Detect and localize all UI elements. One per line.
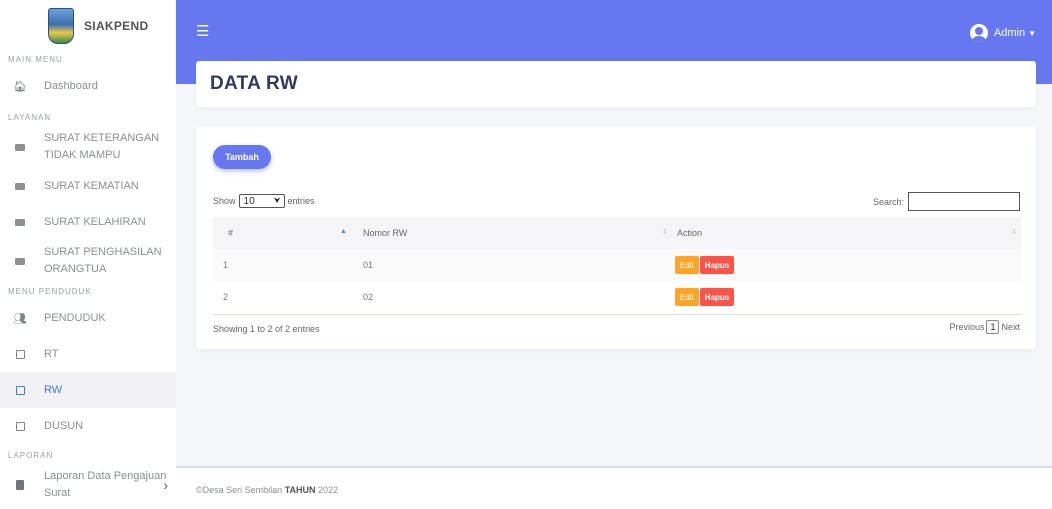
table-info: Showing 1 to 2 of 2 entries bbox=[213, 324, 320, 334]
edit-button[interactable]: Edit bbox=[675, 288, 699, 306]
user-name: Admin bbox=[993, 27, 1026, 39]
page-1-link[interactable]: 1 bbox=[986, 320, 1000, 334]
square-icon bbox=[10, 385, 30, 395]
footer-prefix: ©Desa Seri Sembilan bbox=[196, 485, 283, 495]
footer-text: ©Desa Seri Sembilan TAHUN 2022 bbox=[196, 485, 338, 495]
sidebar-item-surat-tidak-mampu[interactable]: SURAT KETERANGAN TIDAK MAMPU bbox=[0, 126, 176, 168]
label-line-1: SURAT PENGHASILAN bbox=[44, 246, 162, 258]
sidebar-item-surat-kelahiran[interactable]: SURAT KELAHIRAN bbox=[0, 204, 176, 240]
label-line-2: Surat bbox=[44, 487, 71, 499]
page-header: DATA RW bbox=[196, 61, 1036, 107]
users-icon: 👥︎ bbox=[13, 312, 27, 325]
sidebar-item-label: RW bbox=[44, 384, 63, 396]
cell-number: 2 bbox=[223, 292, 229, 302]
chevron-down-icon: ⮟ bbox=[273, 196, 281, 205]
section-laporan: LAPORAN bbox=[8, 451, 54, 460]
delete-button[interactable]: Hapus bbox=[699, 256, 735, 274]
show-label: Show bbox=[213, 196, 236, 206]
column-header-number[interactable]: # bbox=[213, 217, 333, 249]
pagination: Previous 1 Next bbox=[949, 320, 1020, 334]
search-input[interactable] bbox=[908, 192, 1020, 211]
label-line-1: Laporan Data Pengajuan bbox=[44, 470, 167, 482]
sidebar-item-surat-kematian[interactable]: SURAT KEMATIAN bbox=[0, 168, 176, 204]
page-title: DATA RW bbox=[210, 73, 298, 94]
cell-action: Edit Hapus bbox=[661, 281, 1021, 313]
sidebar-item-label: SURAT KETERANGAN TIDAK MAMPU bbox=[44, 130, 159, 164]
sidebar-item-label: Laporan Data Pengajuan Surat bbox=[44, 468, 166, 502]
sidebar-item-rw[interactable]: RW bbox=[0, 372, 176, 408]
add-button[interactable]: Tambah bbox=[213, 145, 271, 169]
column-label: Nomor RW bbox=[363, 228, 408, 238]
page-length-control: Show 10 ⮟ entries bbox=[213, 194, 315, 208]
document-icon bbox=[10, 480, 30, 490]
table-row: 1 01 Edit Hapus bbox=[213, 249, 1021, 281]
sidebar-item-surat-penghasilan[interactable]: SURAT PENGHASILAN ORANGTUA bbox=[0, 240, 176, 282]
sidebar-item-laporan-pengajuan[interactable]: Laporan Data Pengajuan Surat › bbox=[0, 464, 176, 506]
edit-button[interactable]: Edit bbox=[675, 256, 699, 274]
menu-toggle-icon[interactable]: ☰ bbox=[196, 22, 209, 40]
footer-bold: TAHUN bbox=[284, 485, 316, 495]
user-menu[interactable]: Admin ▼ bbox=[969, 24, 1036, 42]
next-page-link[interactable]: Next bbox=[1001, 322, 1020, 332]
cell-nomor-rw: 01 bbox=[363, 260, 374, 270]
sidebar-item-label: DUSUN bbox=[44, 420, 84, 432]
table-header-row: # ▲ Nomor RW ⇕ Action ⇕ bbox=[213, 217, 1021, 249]
sidebar-item-label: SURAT KELAHIRAN bbox=[44, 216, 146, 228]
sidebar-item-label: SURAT KEMATIAN bbox=[44, 180, 139, 192]
entries-label: entries bbox=[287, 196, 315, 206]
sort-icon: ⇕ bbox=[1011, 229, 1017, 236]
brand-logo bbox=[48, 8, 74, 44]
sidebar-item-label: PENDUDUK bbox=[44, 312, 106, 324]
table-divider bbox=[213, 314, 1021, 315]
label-line-2: TIDAK MAMPU bbox=[44, 149, 121, 161]
cell-number: 1 bbox=[223, 260, 229, 270]
avatar bbox=[969, 24, 988, 42]
search-control: Search: bbox=[873, 192, 1020, 211]
column-label: # bbox=[228, 228, 234, 238]
table-row: 2 02 Edit Hapus bbox=[213, 281, 1021, 313]
column-label: Action bbox=[677, 228, 703, 238]
envelope-icon bbox=[10, 143, 30, 151]
cell-action: Edit Hapus bbox=[661, 249, 1021, 281]
sidebar-item-label: SURAT PENGHASILAN ORANGTUA bbox=[44, 244, 162, 278]
label-line-2: ORANGTUA bbox=[44, 263, 107, 275]
envelope-icon bbox=[10, 257, 30, 265]
column-header-nomor-rw[interactable]: ▲ Nomor RW bbox=[333, 217, 661, 249]
data-table: # ▲ Nomor RW ⇕ Action ⇕ 1 01 Edit Hapus 2 02… bbox=[213, 217, 1021, 313]
sort-icon: ⇕ bbox=[662, 229, 668, 236]
cell-nomor-rw: 02 bbox=[363, 292, 374, 302]
home-icon: 🏠︎ bbox=[13, 80, 27, 93]
sidebar-item-dashboard[interactable]: 🏠︎ Dashboard bbox=[0, 68, 176, 104]
brand[interactable]: SIAKPEND bbox=[0, 0, 176, 52]
footer: ©Desa Seri Sembilan TAHUN 2022 bbox=[176, 466, 1052, 509]
section-menu-penduduk: MENU PENDUDUK bbox=[8, 287, 92, 296]
sidebar-item-label: RT bbox=[44, 348, 59, 360]
caret-down-icon: ▼ bbox=[1028, 28, 1036, 38]
section-layanan: LAYANAN bbox=[8, 113, 52, 122]
sidebar-item-label: Dashboard bbox=[44, 80, 98, 92]
envelope-icon bbox=[10, 218, 30, 226]
brand-name: SIAKPEND bbox=[84, 19, 149, 33]
column-header-action[interactable]: ⇕ Action ⇕ bbox=[661, 217, 1021, 249]
sidebar-item-rt[interactable]: RT bbox=[0, 336, 176, 372]
chevron-right-icon: › bbox=[163, 476, 168, 493]
square-icon bbox=[10, 421, 30, 431]
sidebar: SIAKPEND MAIN MENU 🏠︎ Dashboard LAYANAN … bbox=[0, 0, 176, 509]
sidebar-item-penduduk[interactable]: 👥︎ PENDUDUK bbox=[0, 300, 176, 336]
section-main-menu: MAIN MENU bbox=[8, 55, 63, 64]
data-card: Tambah Show 10 ⮟ entries Search: # ▲ Nomo… bbox=[196, 127, 1036, 349]
envelope-icon bbox=[10, 182, 30, 190]
page-length-select[interactable]: 10 ⮟ bbox=[238, 194, 285, 208]
sidebar-item-dusun[interactable]: DUSUN bbox=[0, 408, 176, 444]
page-length-value: 10 bbox=[243, 195, 255, 207]
square-icon bbox=[10, 349, 30, 359]
label-line-1: SURAT KETERANGAN bbox=[44, 132, 160, 144]
delete-button[interactable]: Hapus bbox=[699, 288, 735, 306]
previous-page-link[interactable]: Previous bbox=[949, 322, 984, 332]
sort-asc-icon: ▲ bbox=[340, 228, 347, 235]
search-label: Search: bbox=[872, 196, 904, 207]
footer-year: 2022 bbox=[318, 485, 339, 495]
